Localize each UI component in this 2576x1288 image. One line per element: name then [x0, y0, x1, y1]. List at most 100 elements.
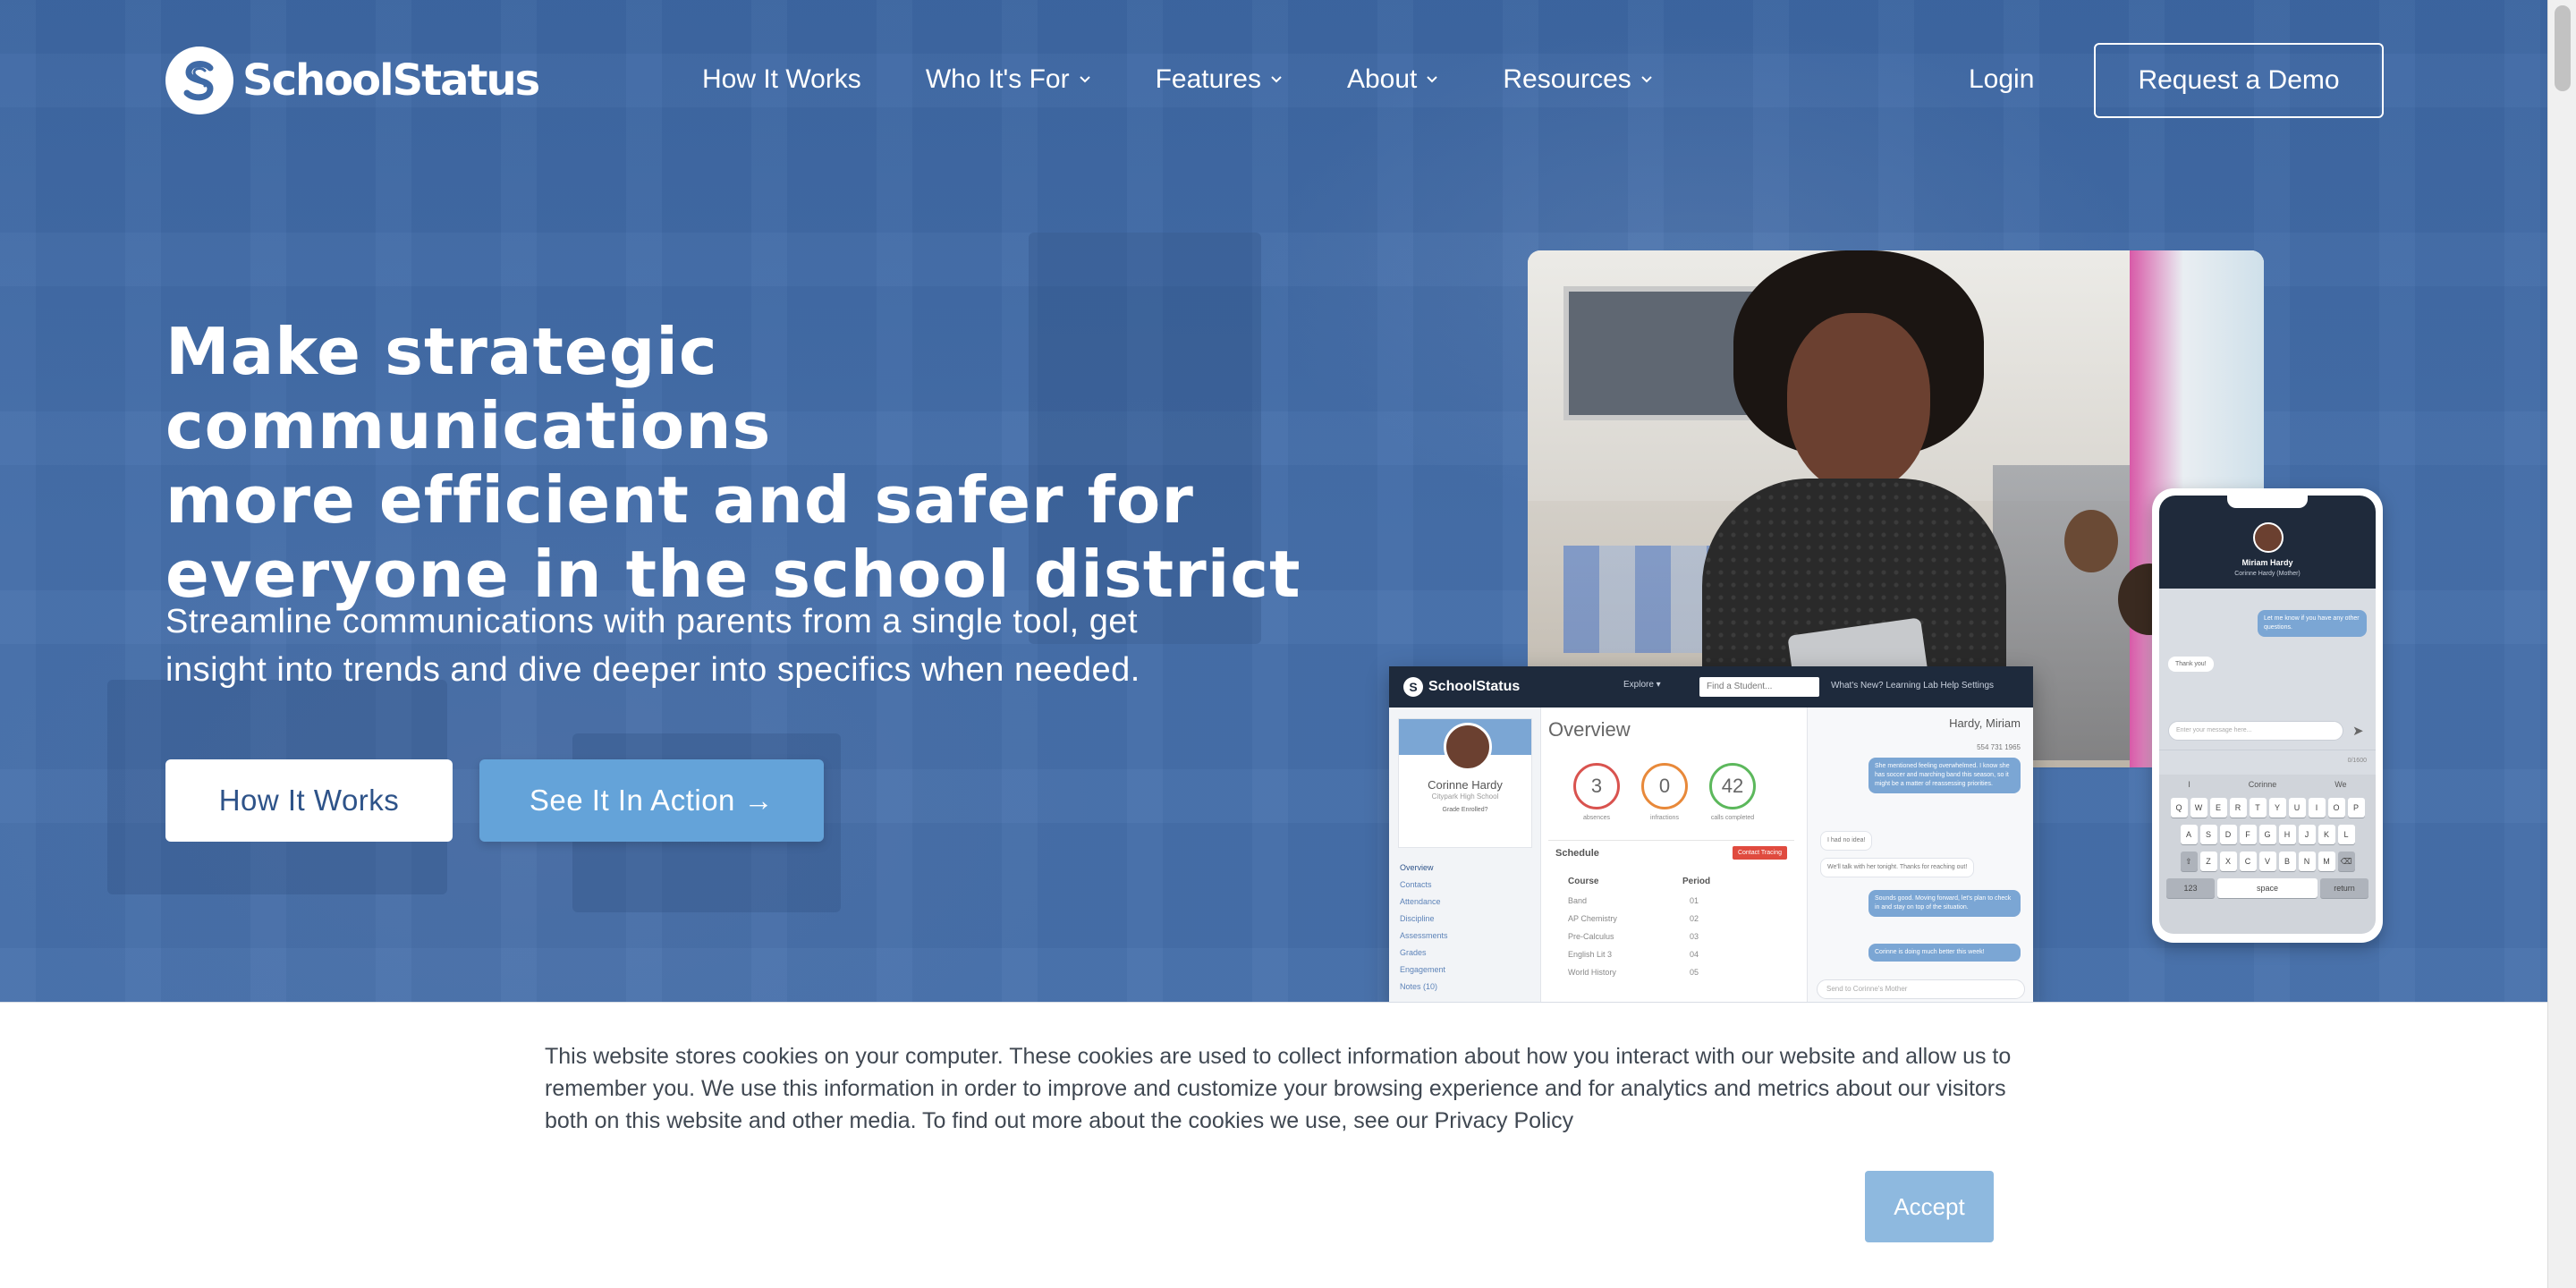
phone-header: Miriam Hardy Corinne Hardy (Mother) — [2159, 496, 2376, 589]
key: Y — [2268, 798, 2286, 818]
phone-contact-relation: Corinne Hardy (Mother) — [2234, 571, 2301, 577]
chevron-down-icon — [1079, 76, 1090, 83]
headline-line: Make strategic communications — [165, 314, 772, 463]
menu-item: Discipline — [1400, 914, 1435, 923]
keyboard-row: A S D F G H J K L — [2159, 825, 2376, 844]
menu-item: Engagement — [1400, 965, 1446, 974]
chat-contact-phone: 554 731 1965 — [1977, 743, 2021, 751]
hero-subtext: Streamline communications with parents f… — [165, 597, 1212, 694]
dashboard-brand: SchoolStatus — [1428, 679, 1521, 694]
key-123: 123 — [2166, 878, 2215, 898]
suggestion: I — [2188, 780, 2190, 789]
subtext-line: Streamline communications with parents f… — [165, 603, 1139, 640]
key: K — [2318, 825, 2335, 844]
nav-label: Who It's For — [925, 64, 1070, 94]
key: P — [2347, 798, 2365, 818]
key: F — [2239, 825, 2257, 844]
login-link[interactable]: Login — [1969, 59, 2034, 100]
request-demo-button[interactable]: Request a Demo — [2094, 43, 2384, 118]
keyboard-suggestions: I Corinne We — [2159, 780, 2376, 789]
backspace-key-icon: ⌫ — [2337, 852, 2355, 871]
logo-wordmark: SchoolStatus — [242, 55, 540, 106]
student-name: Corinne Hardy — [1428, 778, 1503, 792]
key: X — [2219, 852, 2237, 871]
phone-message-input: Enter your message here... — [2168, 721, 2343, 741]
key: Z — [2199, 852, 2217, 871]
key: A — [2180, 825, 2198, 844]
phone-contact-name: Miriam Hardy — [2241, 558, 2293, 567]
nav-label: Features — [1155, 64, 1261, 94]
scrollbar-thumb[interactable] — [2555, 5, 2571, 91]
dashboard-sidebar: Corinne Hardy Citypark High School Grade… — [1389, 708, 1541, 1006]
see-it-in-action-button[interactable]: See It In Action → — [479, 759, 824, 842]
schedule-period: 04 — [1690, 950, 1699, 959]
phone-keyboard: I Corinne We Q W E R T Y U I O P A S D F… — [2159, 775, 2376, 934]
nav-how-it-works[interactable]: How It Works — [702, 64, 861, 95]
key: R — [2229, 798, 2247, 818]
cookie-banner: This website stores cookies on your comp… — [0, 1002, 2547, 1288]
chevron-down-icon — [1641, 76, 1652, 83]
hero-headline: Make strategic communications more effic… — [165, 315, 1328, 612]
key-space: space — [2217, 878, 2318, 898]
nav-resources[interactable]: Resources — [1503, 64, 1652, 95]
schoolstatus-s-logo-icon — [165, 47, 233, 114]
schedule-course: Band — [1568, 896, 1588, 905]
chevron-down-icon — [1271, 76, 1282, 83]
keyboard-row: 123 space return — [2159, 878, 2376, 898]
student-avatar — [1444, 723, 1492, 771]
key: S — [2199, 825, 2217, 844]
contact-tracing-tag: Contact Tracing — [1732, 846, 1787, 860]
accept-cookies-button[interactable]: Accept — [1865, 1171, 1994, 1242]
schedule-course: Pre-Calculus — [1568, 932, 1614, 941]
stat-calls: 42 — [1709, 763, 1756, 809]
site-logo[interactable]: SchoolStatus — [165, 47, 540, 114]
nav-features[interactable]: Features — [1156, 64, 1283, 95]
key: T — [2249, 798, 2267, 818]
key: N — [2298, 852, 2316, 871]
how-it-works-button[interactable]: How It Works — [165, 759, 453, 842]
dashboard-main: Overview 3 absences 0 infractions 42 cal… — [1548, 718, 1794, 977]
chat-input: Send to Corinne's Mother — [1817, 979, 2025, 999]
nav-label: How It Works — [702, 64, 861, 94]
key: Q — [2170, 798, 2188, 818]
main-nav: How It Works Who It's For Features About… — [702, 59, 1717, 100]
chat-bubble-in: I had no idea! — [1820, 831, 1873, 851]
keyboard-row: ⇧ Z X C V B N M ⌫ — [2159, 852, 2376, 871]
stat-label: infractions — [1650, 815, 1679, 821]
suggestion: We — [2334, 780, 2347, 789]
menu-item: Assessments — [1400, 931, 1448, 940]
schedule-col-period: Period — [1682, 877, 1711, 886]
schedule-period: 01 — [1690, 896, 1699, 905]
photo-student — [2064, 510, 2118, 572]
schedule-course: English Lit 3 — [1568, 950, 1613, 959]
key: E — [2209, 798, 2227, 818]
dashboard-logo-icon: S — [1403, 677, 1423, 697]
menu-item: Attendance — [1400, 897, 1441, 906]
phone-char-count: 0/1600 — [2347, 758, 2367, 764]
nav-who-its-for[interactable]: Who It's For — [926, 64, 1091, 95]
schedule-title: Schedule — [1555, 848, 1599, 859]
nav-label: About — [1346, 64, 1418, 94]
nav-about[interactable]: About — [1347, 64, 1438, 95]
cookie-line: remember you. We use this information in… — [545, 1076, 2006, 1101]
key: J — [2298, 825, 2316, 844]
chevron-down-icon — [1427, 76, 1438, 83]
phone-screenshot: Miriam Hardy Corinne Hardy (Mother) Let … — [2152, 488, 2383, 943]
dashboard-search: Find a Student... — [1699, 677, 1819, 697]
cookie-line: both on this website and other media. To… — [545, 1108, 1574, 1133]
key: B — [2278, 852, 2296, 871]
page-scrollbar[interactable] — [2547, 0, 2576, 1288]
dashboard-topbar: S SchoolStatus Explore ▾ Find a Student.… — [1389, 666, 2033, 708]
schedule-period: 03 — [1690, 932, 1699, 941]
dashboard-chat: Hardy, Miriam 554 731 1965 She mentioned… — [1807, 708, 2033, 1006]
key: H — [2278, 825, 2296, 844]
student-card: Corinne Hardy Citypark High School Grade… — [1398, 718, 1532, 848]
key: C — [2239, 852, 2257, 871]
key: G — [2258, 825, 2276, 844]
key: W — [2190, 798, 2207, 818]
menu-item: Notes (10) — [1400, 982, 1438, 991]
cookie-line: This website stores cookies on your comp… — [545, 1044, 2012, 1069]
schedule-course: World History — [1568, 968, 1616, 977]
key: O — [2327, 798, 2345, 818]
schedule-panel: Schedule Contact Tracing Course Period B… — [1548, 840, 1794, 1006]
